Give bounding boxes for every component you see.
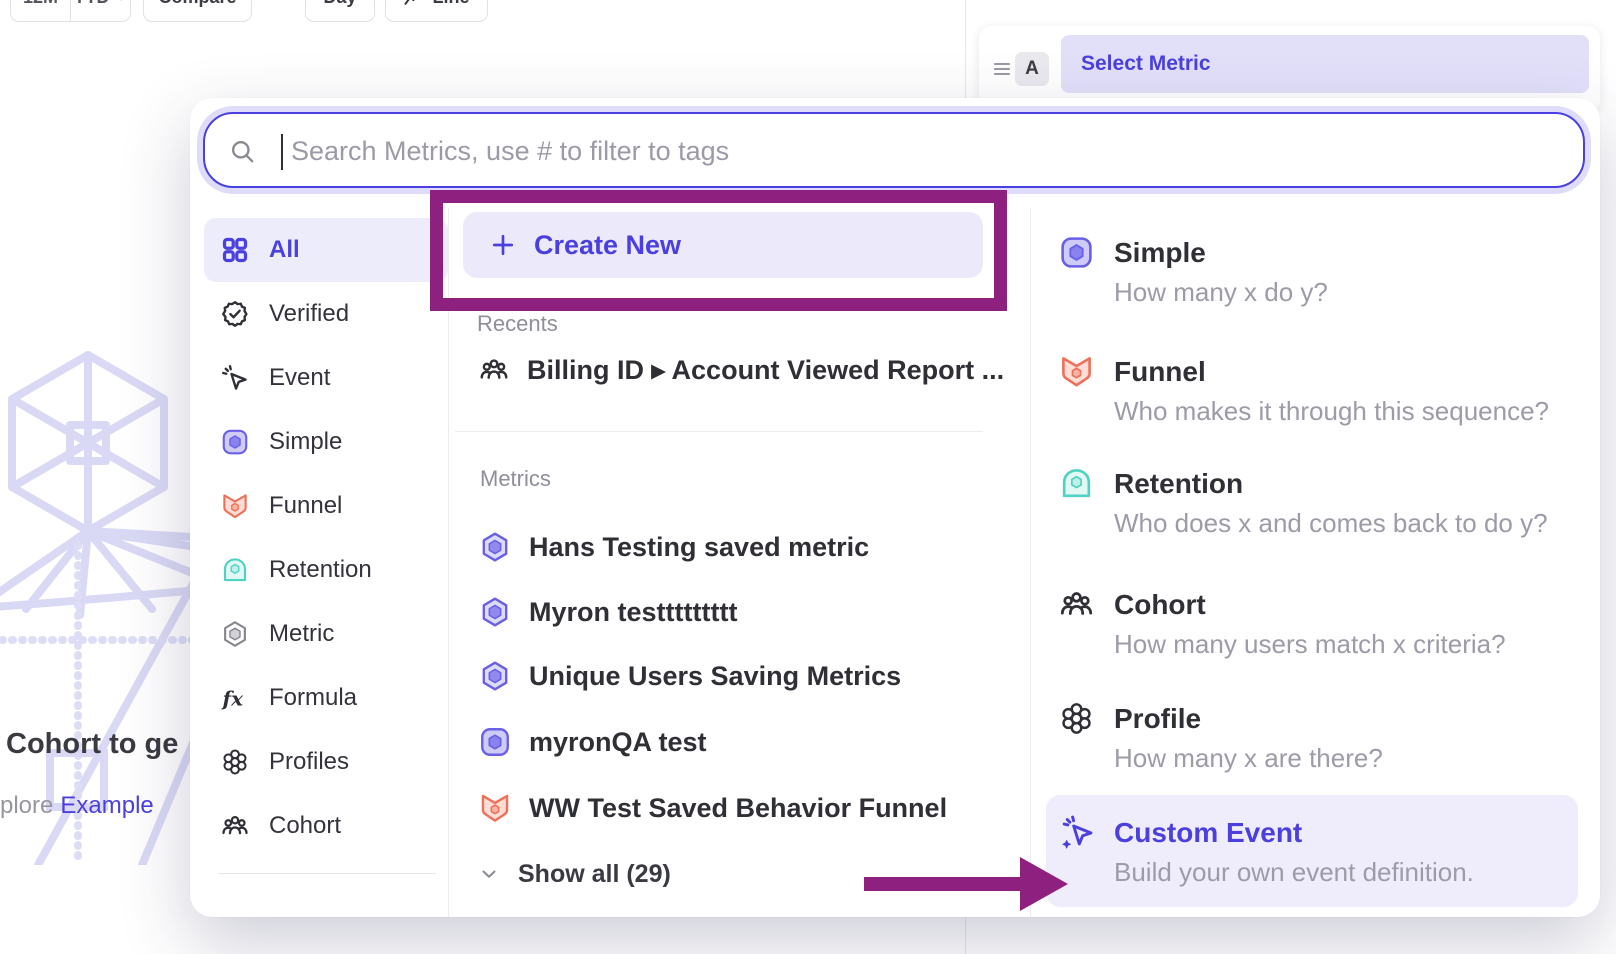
verified-badge-icon <box>220 299 250 329</box>
example-link[interactable]: Example <box>60 792 153 819</box>
recents-heading: Recents <box>477 311 558 337</box>
saved-metric-icon <box>478 595 512 629</box>
sidebar-item-profiles[interactable]: Profiles <box>204 730 448 794</box>
saved-metric-icon <box>478 659 512 693</box>
sidebar-bottom-divider <box>218 873 436 874</box>
saved-metric-icon <box>478 530 512 564</box>
chevron-down-icon <box>478 863 500 885</box>
date-range-segmented-control[interactable]: 12M YTD <box>10 0 131 22</box>
app-window: Cohort to ge plore Example 12M YTD Compar… <box>0 0 1616 954</box>
cohort-people-icon <box>220 811 250 841</box>
sidebar-item-event[interactable]: Event <box>204 346 448 410</box>
metric-item[interactable]: Unique Users Saving Metrics <box>478 644 901 708</box>
type-simple[interactable]: Simple How many x do y? <box>1058 234 1328 308</box>
background-headline: Cohort to ge <box>6 728 178 761</box>
explore-text-fragment: plore <box>0 792 53 819</box>
metric-item[interactable]: Myron testtttttttt <box>478 580 737 644</box>
type-custom-event[interactable]: Custom Event Build your own event defini… <box>1058 814 1474 888</box>
custom-event-cursor-icon <box>1058 814 1095 851</box>
annotation-arrow-head <box>1020 857 1068 911</box>
sidebar-item-cohort[interactable]: Cohort <box>204 794 448 858</box>
annotation-rectangle <box>430 190 1007 311</box>
drag-handle-icon[interactable] <box>990 57 1014 81</box>
metric-item[interactable]: myronQA test <box>478 710 707 774</box>
background-explore-text: plore Example <box>0 792 154 820</box>
show-all-button[interactable]: Show all (29) <box>478 846 671 902</box>
search-box[interactable] <box>203 112 1585 188</box>
chart-type-line-button[interactable]: Line <box>385 0 488 22</box>
profiles-icon <box>1058 700 1095 737</box>
profiles-icon <box>220 747 250 777</box>
annotation-arrow <box>864 877 1022 891</box>
recent-item-billing-id[interactable]: Billing ID ▸ Account Viewed Report ... <box>478 340 1004 400</box>
funnel-icon <box>478 791 512 825</box>
metric-item[interactable]: Hans Testing saved metric <box>478 515 869 579</box>
type-profile[interactable]: Profile How many x are there? <box>1058 700 1383 774</box>
type-cohort[interactable]: Cohort How many users match x criteria? <box>1058 586 1506 660</box>
retention-icon <box>220 555 250 585</box>
range-ytd-button[interactable]: YTD <box>70 0 130 21</box>
event-cursor-icon <box>220 363 250 393</box>
compare-button[interactable]: Compare <box>143 0 252 22</box>
sidebar-divider <box>448 208 449 917</box>
metric-hexagon-icon <box>220 619 250 649</box>
sidebar-item-funnel[interactable]: Funnel <box>204 474 448 538</box>
chevron-down-icon <box>114 0 128 5</box>
line-chart-icon <box>403 0 423 8</box>
recents-metrics-divider <box>455 431 983 432</box>
columns-divider <box>1030 208 1031 917</box>
sidebar-item-retention[interactable]: Retention <box>204 538 448 602</box>
cohort-people-icon <box>478 354 510 386</box>
cohort-people-icon <box>1058 586 1095 623</box>
text-caret <box>281 134 283 170</box>
filter-sidebar: All Verified Event Simple Funnel Retenti… <box>204 218 448 858</box>
type-retention[interactable]: Retention Who does x and comes back to d… <box>1058 465 1548 539</box>
sidebar-item-all[interactable]: All <box>204 218 448 282</box>
sidebar-item-partial[interactable]: T <box>204 903 464 917</box>
granularity-day-button[interactable]: Day <box>305 0 375 22</box>
range-12m-button[interactable]: 12M <box>11 0 70 21</box>
simple-metric-icon <box>220 427 250 457</box>
formula-fx-icon <box>220 683 250 713</box>
funnel-icon <box>1058 353 1095 390</box>
type-funnel[interactable]: Funnel Who makes it through this sequenc… <box>1058 353 1549 427</box>
simple-metric-icon <box>1058 234 1095 271</box>
funnel-icon <box>220 491 250 521</box>
simple-metric-icon <box>478 725 512 759</box>
sidebar-item-verified[interactable]: Verified <box>204 282 448 346</box>
sidebar-item-formula[interactable]: Formula <box>204 666 448 730</box>
retention-icon <box>1058 465 1095 502</box>
metric-item[interactable]: WW Test Saved Behavior Funnel <box>478 776 947 840</box>
search-icon <box>229 138 256 165</box>
metrics-heading: Metrics <box>480 466 551 492</box>
series-badge: A <box>1015 52 1049 86</box>
select-metric-field[interactable]: Select Metric <box>1061 35 1589 93</box>
sidebar-item-metric[interactable]: Metric <box>204 602 448 666</box>
sidebar-item-simple[interactable]: Simple <box>204 410 448 474</box>
search-input[interactable] <box>289 114 1563 188</box>
grid-icon <box>220 235 250 265</box>
